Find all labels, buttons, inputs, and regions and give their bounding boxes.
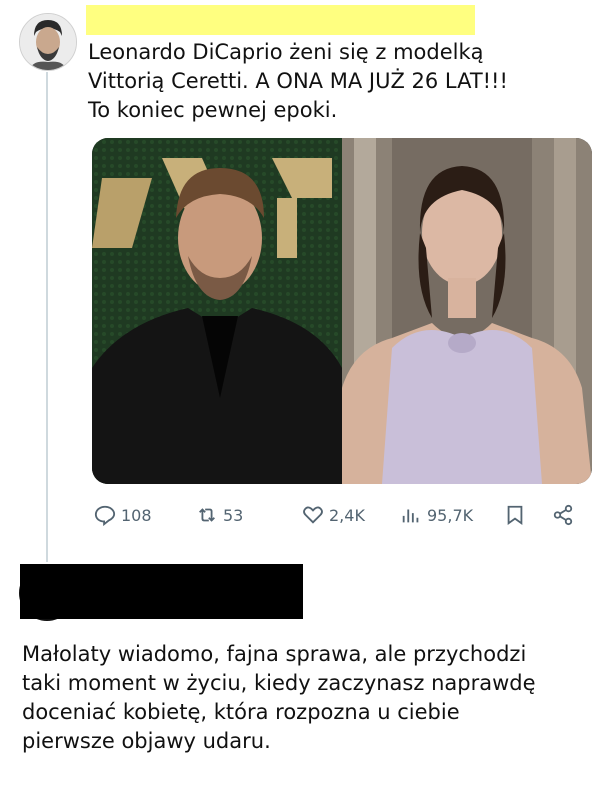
bookmark-button[interactable]: [504, 500, 526, 530]
views-count: 95,7K: [427, 505, 474, 525]
tweet-media-image[interactable]: [92, 138, 592, 484]
redacted-reply-author: [20, 564, 303, 619]
views-chart-icon: [402, 509, 419, 523]
repost-count: 53: [223, 505, 244, 525]
photo-collage: [92, 138, 592, 484]
tweet-actions-bar: 108 53 2,4K 95,7K: [94, 500, 584, 530]
reply-text: Małolaty wiadomo, fajna sprawa, ale przy…: [22, 642, 536, 753]
tweet-text: Leonardo DiCaprio żeni się z modelką Vit…: [88, 40, 508, 122]
heart-icon: [303, 506, 323, 524]
views-button[interactable]: 95,7K: [400, 500, 473, 530]
repost-icon: [199, 508, 215, 522]
like-button[interactable]: 2,4K: [302, 500, 365, 530]
bookmark-icon: [507, 505, 523, 526]
redacted-username-highlight: [86, 5, 475, 35]
avatar-portrait-icon: [20, 14, 76, 70]
share-icon: [553, 504, 573, 526]
like-count: 2,4K: [329, 505, 365, 525]
author-avatar[interactable]: [19, 13, 77, 71]
repost-button[interactable]: 53: [196, 500, 243, 530]
reply-count: 108: [121, 505, 152, 525]
reply-button[interactable]: 108: [94, 500, 152, 530]
reply-icon: [94, 505, 116, 526]
thread-connector-line: [46, 72, 48, 562]
share-button[interactable]: [552, 500, 574, 530]
